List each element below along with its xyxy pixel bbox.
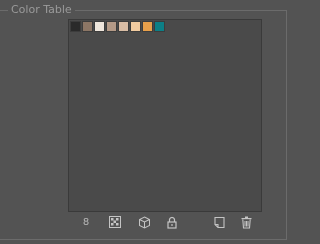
color-swatch[interactable] xyxy=(82,21,93,32)
color-swatch[interactable] xyxy=(130,21,141,32)
color-table-toolbar: 8 xyxy=(0,214,298,232)
color-count: 8 xyxy=(82,216,90,228)
color-swatch[interactable] xyxy=(70,21,81,32)
color-swatch[interactable] xyxy=(154,21,165,32)
checkerboard-icon[interactable] xyxy=(107,214,123,230)
lock-icon[interactable] xyxy=(164,214,180,230)
color-table-panel: Color Table 8 xyxy=(0,0,298,244)
color-swatch[interactable] xyxy=(118,21,129,32)
trash-icon[interactable] xyxy=(238,214,254,230)
panel-title: Color Table xyxy=(8,3,75,17)
swatch-row xyxy=(70,21,165,32)
new-swatch-icon[interactable] xyxy=(211,214,227,230)
color-swatch[interactable] xyxy=(142,21,153,32)
color-swatch[interactable] xyxy=(106,21,117,32)
cube-icon[interactable] xyxy=(136,214,152,230)
color-swatch[interactable] xyxy=(94,21,105,32)
color-table-grid[interactable] xyxy=(68,19,262,212)
